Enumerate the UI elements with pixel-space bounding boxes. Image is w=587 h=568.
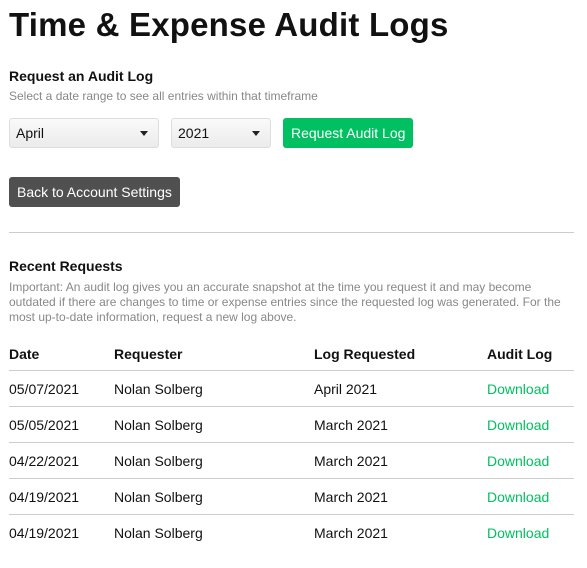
request-audit-log-button[interactable]: Request Audit Log: [283, 118, 414, 148]
divider: [9, 232, 574, 233]
row-audit-log: Download: [487, 370, 574, 407]
month-select[interactable]: April: [9, 118, 159, 148]
table-row: 05/07/2021 Nolan Solberg April 2021 Downloa…: [9, 370, 574, 407]
download-link[interactable]: Download: [487, 381, 549, 397]
table-row: 04/19/2021 Nolan Solberg March 2021 Downloa…: [9, 515, 574, 551]
col-audit-log: Audit Log: [487, 346, 574, 371]
download-link[interactable]: Download: [487, 489, 549, 505]
row-requester: Nolan Solberg: [114, 524, 203, 541]
year-value: 2021: [178, 125, 210, 141]
row-date: 05/05/2021: [9, 406, 114, 443]
request-subtitle: Select a date range to see all entries w…: [9, 89, 318, 103]
row-log: March 2021: [314, 442, 487, 479]
row-log: March 2021: [314, 524, 388, 541]
row-log: April 2021: [314, 370, 487, 407]
table-row: 05/05/2021 Nolan Solberg March 2021 Downloa…: [9, 406, 574, 443]
download-link[interactable]: Download: [487, 453, 549, 469]
month-value: April: [16, 125, 45, 141]
row-log: March 2021: [314, 406, 487, 443]
download-link[interactable]: Download: [487, 525, 549, 541]
table-row: 04/22/2021 Nolan Solberg March 2021 Downloa…: [9, 442, 574, 479]
col-log-requested: Log Requested: [314, 346, 487, 371]
row-requester: Nolan Solberg: [114, 406, 314, 443]
row-requester: Nolan Solberg: [114, 442, 314, 479]
caret-down-icon: [252, 130, 260, 136]
row-audit-log: Download: [487, 406, 574, 443]
recent-requests-heading: Recent Requests: [9, 258, 123, 274]
requests-table: Date Requester Log Requested Audit Log 0…: [9, 346, 574, 550]
col-date: Date: [9, 346, 114, 371]
request-heading: Request an Audit Log: [9, 68, 154, 84]
important-note: Important: An audit log gives you an acc…: [9, 280, 561, 324]
caret-down-icon: [140, 130, 148, 136]
row-audit-log: Download: [487, 442, 574, 479]
table-row: 04/19/2021 Nolan Solberg March 2021 Downloa…: [9, 478, 574, 515]
row-requester: Nolan Solberg: [114, 478, 314, 515]
row-date: 04/19/2021: [9, 478, 114, 515]
col-requester: Requester: [114, 346, 314, 371]
back-to-account-settings-button[interactable]: Back to Account Settings: [9, 177, 180, 207]
row-date: 04/19/2021: [9, 524, 80, 541]
row-log: March 2021: [314, 478, 487, 515]
row-date: 05/07/2021: [9, 370, 114, 407]
row-date: 04/22/2021: [9, 442, 114, 479]
row-audit-log: Download: [487, 515, 574, 551]
year-select[interactable]: 2021: [171, 118, 271, 148]
row-audit-log: Download: [487, 478, 574, 515]
page-title: Time & Expense Audit Logs: [9, 6, 449, 43]
row-requester: Nolan Solberg: [114, 370, 314, 407]
download-link[interactable]: Download: [487, 417, 549, 433]
